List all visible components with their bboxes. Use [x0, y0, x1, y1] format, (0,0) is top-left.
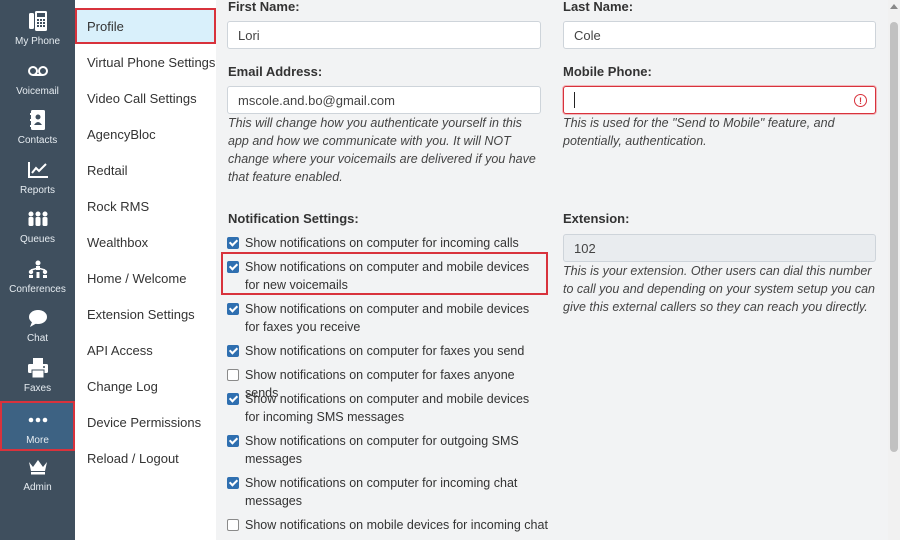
- last-name-label: Last Name:: [563, 0, 634, 14]
- notification-option-label: Show notifications on computer for outgo…: [245, 434, 519, 466]
- extension-value: 102: [574, 240, 596, 256]
- submenu-item-reload-logout[interactable]: Reload / Logout: [75, 440, 216, 476]
- notification-option[interactable]: Show notifications on computer for incom…: [227, 474, 547, 510]
- chat-icon: [27, 307, 49, 329]
- notification-option[interactable]: Show notifications on computer and mobil…: [227, 390, 547, 426]
- last-name-input[interactable]: Cole: [563, 21, 876, 49]
- rail-item-contacts[interactable]: Contacts: [0, 101, 75, 151]
- rail-label: Voicemail: [16, 86, 59, 97]
- checkbox[interactable]: [227, 435, 239, 447]
- rail-item-reports[interactable]: Reports: [0, 151, 75, 201]
- voicemail-notification-highlight-box: [221, 252, 548, 295]
- rail-item-voicemail[interactable]: Voicemail: [0, 52, 75, 102]
- rail-item-faxes[interactable]: Faxes: [0, 349, 75, 399]
- vertical-scrollbar[interactable]: [888, 0, 900, 540]
- notification-option[interactable]: Show notifications on computer for incom…: [227, 234, 547, 252]
- rail-label: Chat: [26, 333, 49, 344]
- notification-option-label: Show notifications on computer for incom…: [245, 236, 519, 250]
- checkbox[interactable]: [227, 345, 239, 357]
- email-label: Email Address:: [228, 64, 323, 79]
- rail-item-admin[interactable]: Admin: [0, 448, 75, 498]
- rail-item-conferences[interactable]: Conferences: [0, 250, 75, 300]
- notification-option[interactable]: Show notifications on computer for faxes…: [227, 342, 547, 360]
- fax-icon: [27, 357, 49, 379]
- contacts-icon: [27, 109, 49, 131]
- more-highlight-box: [0, 401, 75, 451]
- notification-option-label: Show notifications on computer and mobil…: [245, 302, 530, 334]
- rail-item-my-phone[interactable]: My Phone: [0, 2, 75, 52]
- email-help-text: This will change how you authenticate yo…: [228, 116, 536, 184]
- rail-label: Contacts: [17, 135, 58, 146]
- submenu-item-rock-rms[interactable]: Rock RMS: [75, 188, 216, 224]
- checkbox[interactable]: [227, 519, 239, 531]
- notification-option-label: Show notifications on mobile devices for…: [245, 518, 548, 532]
- extension-label: Extension:: [563, 211, 630, 226]
- phone-icon: [27, 10, 49, 32]
- first-name-label: First Name:: [228, 0, 300, 14]
- icon-rail: My Phone Voicemail Contacts Reports Queu…: [0, 0, 75, 540]
- last-name-value: Cole: [574, 27, 601, 43]
- extension-input: 102: [563, 234, 876, 262]
- scrollbar-thumb[interactable]: [890, 22, 898, 452]
- notification-option[interactable]: Show notifications on mobile devices for…: [227, 516, 557, 534]
- crown-icon: [27, 456, 49, 478]
- checkbox[interactable]: [227, 393, 239, 405]
- submenu-item-redtail[interactable]: Redtail: [75, 152, 216, 188]
- mobile-phone-label: Mobile Phone:: [563, 64, 652, 79]
- rail-item-queues[interactable]: Queues: [0, 200, 75, 250]
- notification-option-label: Show notifications on computer for faxes…: [245, 344, 525, 358]
- mobile-phone-help-text: This is used for the "Send to Mobile" fe…: [563, 116, 835, 148]
- submenu-item-home-welcome[interactable]: Home / Welcome: [75, 260, 216, 296]
- notification-option-label: Show notifications on computer for incom…: [245, 476, 518, 508]
- more-submenu: Profile Virtual Phone Settings Video Cal…: [75, 0, 216, 540]
- checkbox[interactable]: [227, 477, 239, 489]
- first-name-value: Lori: [238, 27, 260, 43]
- conferences-icon: [27, 258, 49, 280]
- submenu-item-api-access[interactable]: API Access: [75, 332, 216, 368]
- submenu-item-extension-settings[interactable]: Extension Settings: [75, 296, 216, 332]
- first-name-input[interactable]: Lori: [227, 21, 541, 49]
- submenu-item-device-permissions[interactable]: Device Permissions: [75, 404, 216, 440]
- notification-option-label: Show notifications on computer and mobil…: [245, 392, 530, 424]
- submenu-item-agencybloc[interactable]: AgencyBloc: [75, 116, 216, 152]
- submenu-item-change-log[interactable]: Change Log: [75, 368, 216, 404]
- scroll-up-arrow-icon[interactable]: [890, 4, 898, 9]
- extension-help-text: This is your extension. Other users can …: [563, 264, 876, 314]
- rail-label: Faxes: [23, 383, 52, 394]
- reports-icon: [27, 159, 49, 181]
- queues-icon: [27, 208, 49, 230]
- submenu-item-profile[interactable]: Profile: [75, 8, 216, 44]
- rail-label: Queues: [19, 234, 56, 245]
- notification-option[interactable]: Show notifications on computer for outgo…: [227, 432, 547, 468]
- submenu-item-wealthbox[interactable]: Wealthbox: [75, 224, 216, 260]
- rail-item-chat[interactable]: Chat: [0, 299, 75, 349]
- notification-settings-label: Notification Settings:: [228, 211, 359, 226]
- checkbox[interactable]: [227, 369, 239, 381]
- rail-label: Conferences: [9, 284, 66, 295]
- error-icon: !: [854, 94, 867, 107]
- rail-label: Reports: [19, 185, 55, 196]
- email-value: mscole.and.bo@gmail.com: [238, 92, 395, 108]
- submenu-item-video-call-settings[interactable]: Video Call Settings: [75, 80, 216, 116]
- mobile-phone-input[interactable]: !: [563, 86, 876, 114]
- voicemail-icon: [27, 60, 49, 82]
- submenu-item-virtual-phone-settings[interactable]: Virtual Phone Settings: [75, 44, 216, 80]
- email-input[interactable]: mscole.and.bo@gmail.com: [227, 86, 541, 114]
- notification-option[interactable]: Show notifications on computer and mobil…: [227, 300, 547, 336]
- rail-label: Admin: [23, 482, 52, 493]
- text-caret: [574, 92, 575, 108]
- checkbox[interactable]: [227, 303, 239, 315]
- checkbox[interactable]: [227, 237, 239, 249]
- rail-label: My Phone: [14, 36, 61, 47]
